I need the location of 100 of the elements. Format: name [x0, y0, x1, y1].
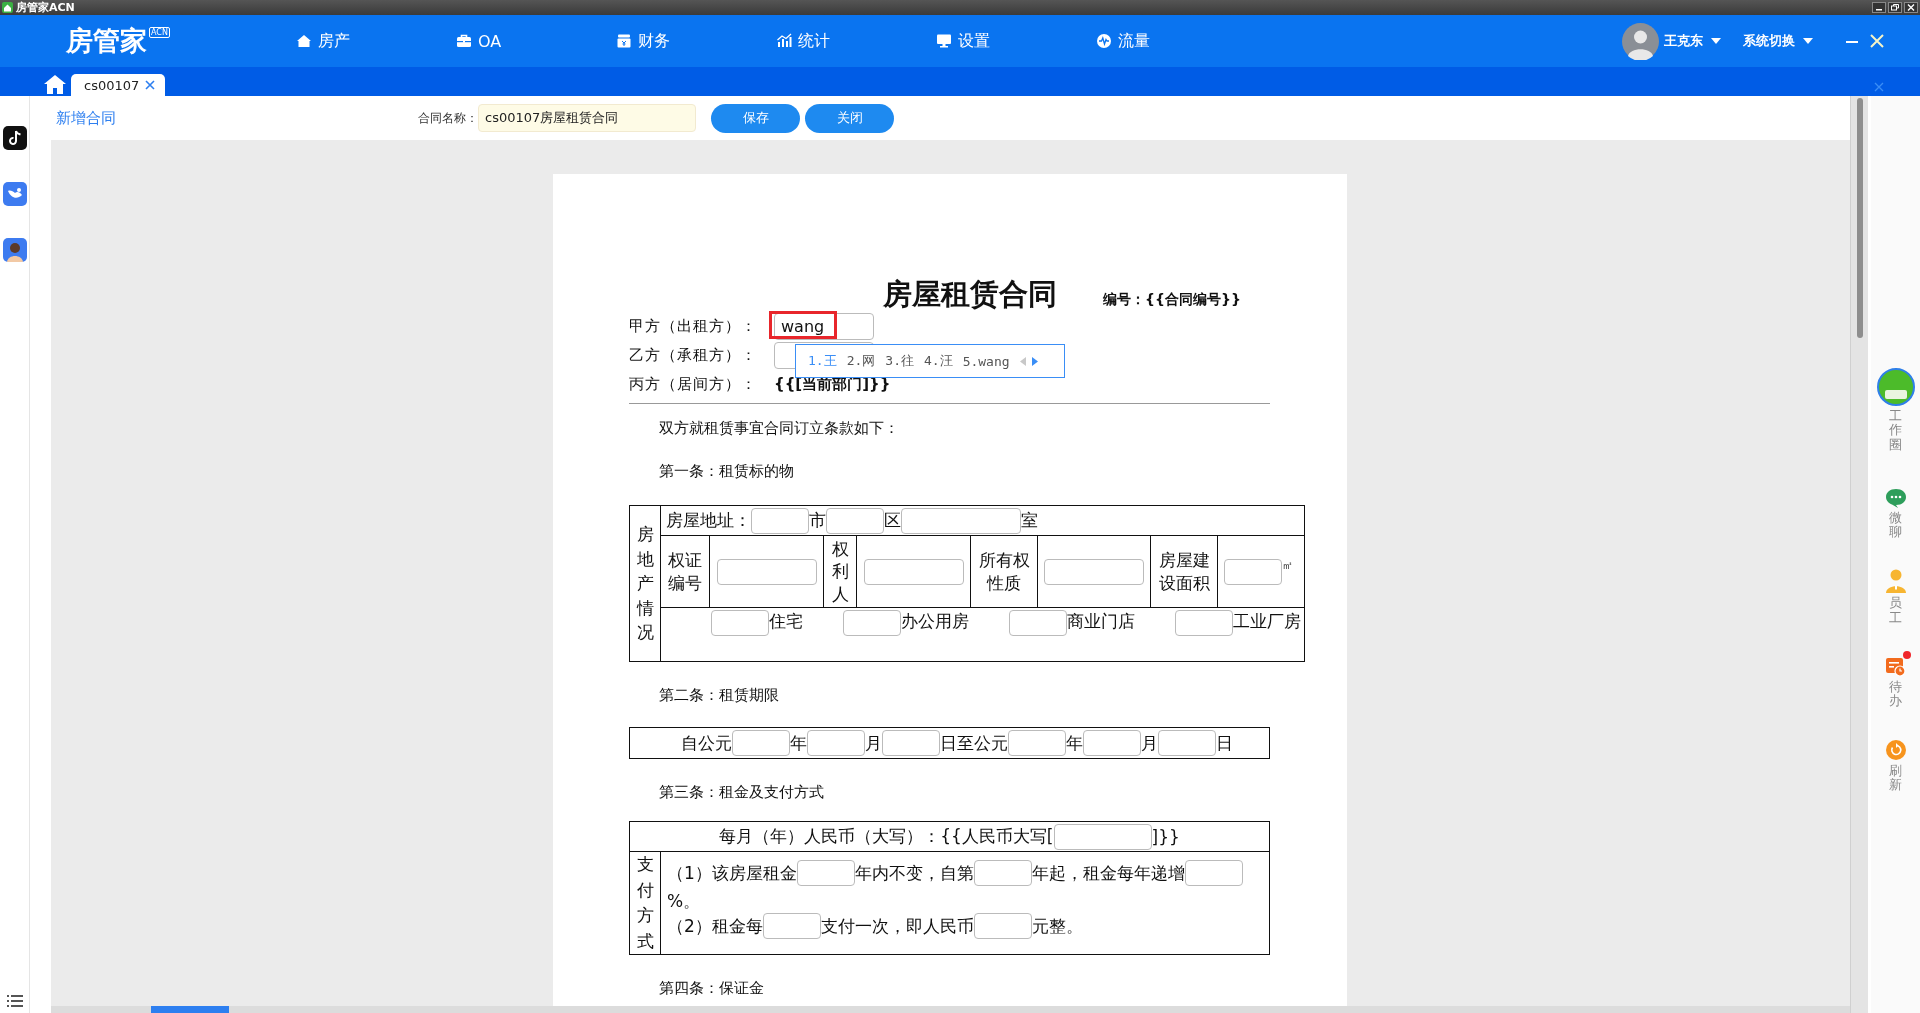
- next-page-icon[interactable]: [1031, 356, 1038, 366]
- scrollbar-thumb[interactable]: [151, 1006, 229, 1013]
- fill-in-box[interactable]: [1184, 860, 1243, 886]
- minimize-icon[interactable]: [1872, 2, 1886, 13]
- fill-in-box[interactable]: [1053, 823, 1152, 850]
- nav-item[interactable]: 房产: [296, 30, 456, 52]
- candidate-item[interactable]: 1.王: [808, 352, 837, 370]
- avatar: [1876, 368, 1915, 406]
- caret-icon: [1803, 38, 1813, 44]
- dock-item[interactable]: 刷新: [1884, 738, 1907, 793]
- form-text: 市: [809, 509, 826, 532]
- article-heading: 第四条：保证金: [658, 978, 765, 998]
- cash-box-icon: [616, 33, 632, 49]
- form-text: 自公元: [681, 731, 732, 755]
- person-avatar-icon[interactable]: [2, 238, 27, 262]
- app-icon: [2, 2, 13, 13]
- nav-item[interactable]: OA: [456, 30, 616, 52]
- fill-in-box[interactable]: [807, 730, 865, 756]
- briefcase-icon: [456, 33, 472, 49]
- system-switch-menu[interactable]: 系统切换: [1743, 32, 1813, 50]
- window-title: 房管家ACN: [16, 1, 75, 14]
- caret-icon: [1711, 38, 1721, 44]
- fill-in-box[interactable]: [1224, 558, 1282, 585]
- candidate-item[interactable]: 4.汪: [923, 352, 953, 370]
- document-title: 房屋租赁合同: [883, 278, 1057, 310]
- fill-in-box[interactable]: [882, 730, 940, 756]
- user-avatar: [1622, 22, 1659, 60]
- vertical-scrollbar[interactable]: [1850, 96, 1871, 1013]
- form-text: 工业厂房: [1233, 610, 1301, 633]
- fill-in-box[interactable]: [1008, 730, 1066, 756]
- form-text: 区: [884, 509, 901, 532]
- fill-in-box[interactable]: [1083, 730, 1141, 756]
- user-menu[interactable]: 王克东: [1664, 32, 1721, 50]
- form-text: （2）租金每: [667, 914, 763, 938]
- form-text: 所有权性质: [977, 549, 1031, 594]
- scrollbar-thumb[interactable]: [1857, 98, 1863, 338]
- form-text: 年: [1066, 731, 1083, 755]
- previous-page-icon[interactable]: [1019, 356, 1026, 366]
- fill-in-box[interactable]: [826, 507, 884, 534]
- side-label: 支付方式: [636, 853, 654, 953]
- form-text: 月: [1141, 731, 1158, 755]
- logo-badge: ACN: [149, 27, 170, 38]
- form-text: 商业门店: [1067, 610, 1135, 633]
- fill-in-box[interactable]: [711, 610, 769, 636]
- home-icon[interactable]: [44, 74, 66, 94]
- music-note-icon[interactable]: [2, 126, 27, 150]
- form-text: ]}}: [1151, 826, 1180, 847]
- fill-in-box[interactable]: [973, 913, 1032, 939]
- fill-in-box[interactable]: [1009, 610, 1067, 636]
- toolbar-button[interactable]: 保存: [711, 103, 800, 133]
- form-text: （1）该房屋租金: [667, 861, 797, 885]
- nav-item[interactable]: 统计: [776, 30, 936, 52]
- restore-icon[interactable]: [1888, 2, 1902, 13]
- paragraph: 双方就租赁事宜合同订立条款如下：: [658, 418, 900, 438]
- fill-in-box[interactable]: [863, 558, 964, 585]
- form-text: %。: [667, 890, 701, 913]
- fill-in-box[interactable]: [1175, 610, 1233, 636]
- candidate-item[interactable]: 5.wang: [962, 353, 1010, 369]
- candidate-item[interactable]: 3.往: [885, 352, 914, 370]
- fill-in-box[interactable]: [762, 913, 821, 939]
- form-text: 元整。: [1031, 914, 1083, 938]
- dock-item[interactable]: 员工: [1884, 569, 1907, 626]
- contract-number: 编号：{{合同编号}}: [1103, 291, 1241, 309]
- nav-item[interactable]: 流量: [1096, 30, 1256, 52]
- fill-in-box[interactable]: [843, 610, 901, 636]
- form-text: 月: [865, 731, 882, 755]
- form-text: 权利人: [830, 538, 850, 605]
- bar-chart-icon: [776, 33, 792, 49]
- horizontal-scrollbar[interactable]: [51, 1006, 1850, 1013]
- fill-in-box[interactable]: [732, 730, 790, 756]
- form-text: 房屋地址：: [666, 509, 751, 532]
- form-text: 住宅: [769, 610, 803, 633]
- field-label: 合同名称：: [418, 109, 478, 127]
- contract-name-field[interactable]: cs00107房屋租赁合同: [478, 104, 696, 132]
- unit-label: ㎡: [1282, 558, 1293, 573]
- fill-in-box[interactable]: [796, 860, 855, 886]
- dock-item[interactable]: 微聊: [1884, 487, 1907, 540]
- candidate-item[interactable]: 2.网: [846, 352, 876, 370]
- fill-in-box[interactable]: [1044, 558, 1144, 585]
- party-label: 乙方（承租方）：: [629, 346, 758, 365]
- bird-icon[interactable]: [2, 182, 27, 206]
- list-icon[interactable]: [6, 995, 23, 1007]
- form-text: 支付一次，即人民币: [820, 914, 974, 938]
- person-icon: [1884, 569, 1907, 594]
- dock-item[interactable]: 待办: [1884, 655, 1907, 709]
- fill-in-box[interactable]: [973, 860, 1032, 886]
- dock-item[interactable]: 工作圈: [1876, 368, 1915, 452]
- tab[interactable]: cs00107: [71, 74, 166, 96]
- close-icon[interactable]: [1904, 2, 1918, 13]
- toolbar-button[interactable]: 关闭: [805, 103, 894, 133]
- nav-item[interactable]: 财务: [616, 30, 776, 52]
- nav-item[interactable]: 设置: [936, 30, 1096, 52]
- fill-in-box[interactable]: [716, 558, 817, 585]
- form-text: 每月（年）人民币（大写）：{{人民币大写[: [719, 825, 1054, 848]
- fill-in-box[interactable]: [751, 507, 809, 534]
- fill-in-box[interactable]: [901, 507, 1021, 534]
- form-text: 年内不变，自第: [854, 861, 974, 885]
- monitor-icon: [936, 33, 952, 49]
- form-text: 年: [790, 731, 807, 755]
- fill-in-box[interactable]: [1158, 730, 1216, 756]
